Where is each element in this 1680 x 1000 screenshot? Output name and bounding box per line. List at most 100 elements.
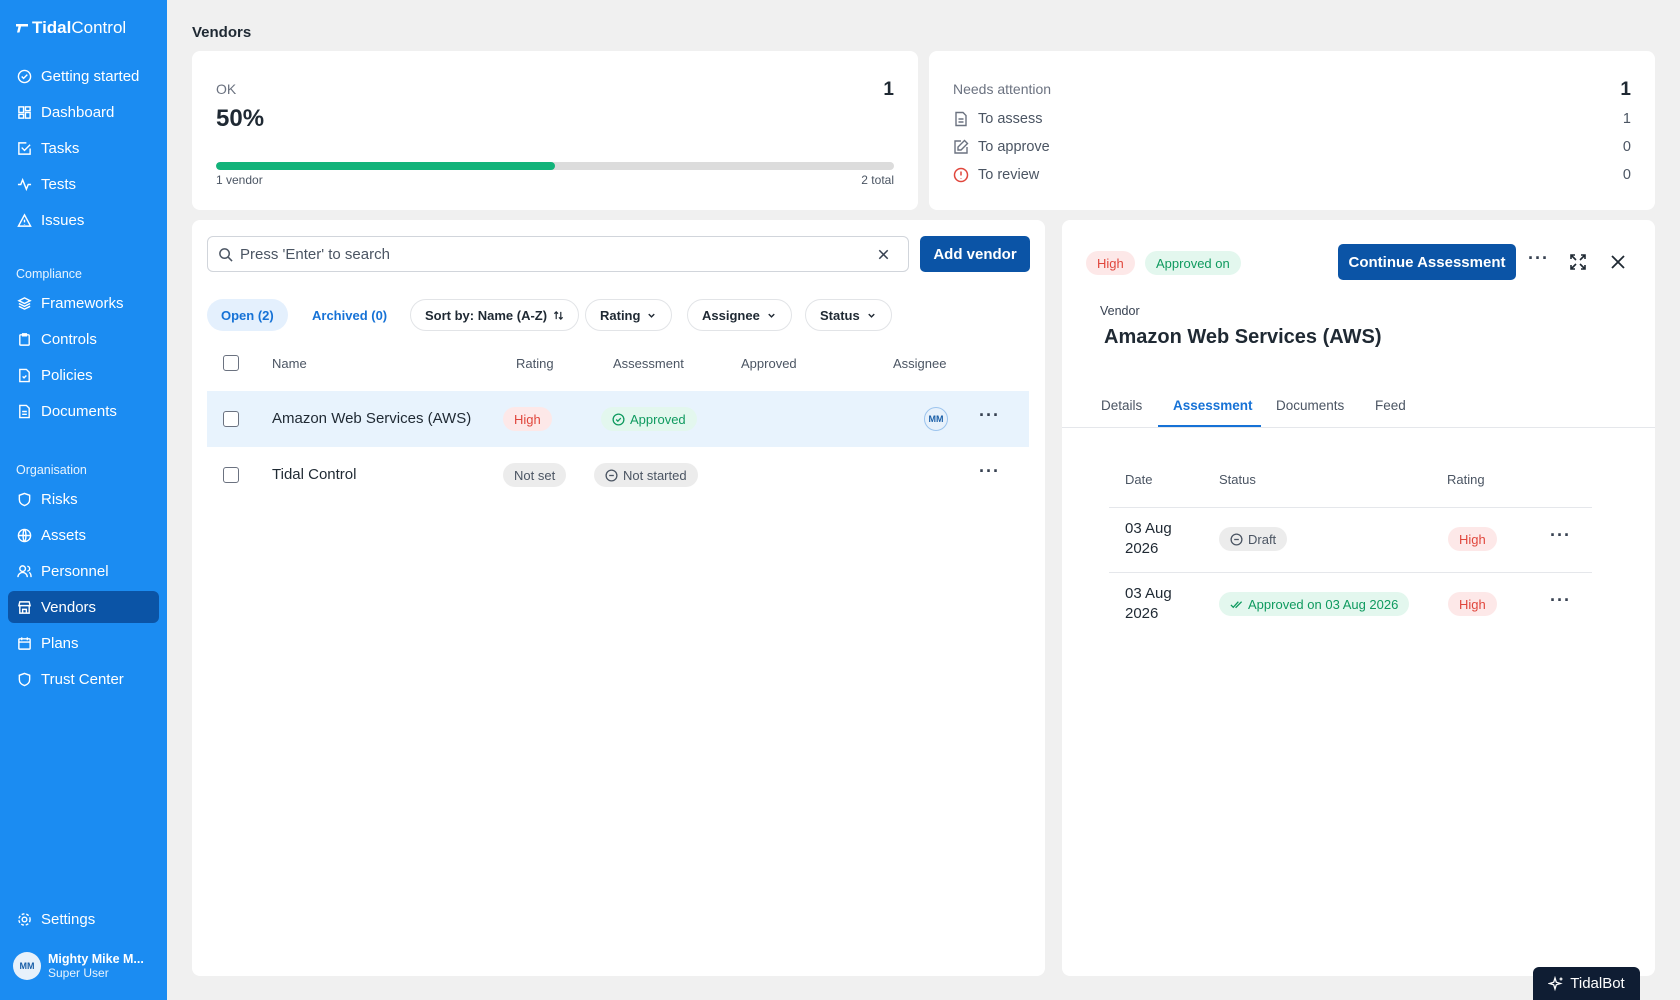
column-header-approved[interactable]: Approved: [741, 356, 797, 371]
tab-documents[interactable]: Documents: [1276, 398, 1344, 413]
assessment-status-label: Approved on 03 Aug 2026: [1248, 596, 1399, 612]
vendor-label: Vendor: [1100, 304, 1140, 318]
sidebar-item-plans[interactable]: Plans: [8, 627, 159, 659]
ok-progress-bar: [216, 162, 894, 170]
sidebar-item-policies[interactable]: Policies: [8, 359, 159, 391]
column-header-assessment[interactable]: Assessment: [613, 356, 684, 371]
assessment-badge: Approved: [601, 407, 697, 431]
sidebar-item-tests[interactable]: Tests: [8, 168, 159, 200]
ok-label: OK: [216, 81, 237, 97]
row-checkbox[interactable]: [223, 467, 239, 483]
calendar-icon: [18, 636, 31, 650]
minus-circle-icon: [605, 468, 618, 482]
ok-count: 1: [883, 79, 894, 100]
column-header-assignee[interactable]: Assignee: [893, 356, 946, 371]
ok-right-caption: 2 total: [861, 173, 894, 187]
add-vendor-button[interactable]: Add vendor: [920, 236, 1030, 272]
row-menu-button[interactable]: ···: [979, 461, 1000, 482]
user-profile[interactable]: MM Mighty Mike M... Super User: [13, 952, 144, 980]
more-options-button[interactable]: ···: [1528, 248, 1549, 269]
continue-assessment-button[interactable]: Continue Assessment: [1338, 244, 1516, 280]
sidebar-item-label: Settings: [41, 910, 96, 928]
tab-details[interactable]: Details: [1101, 398, 1142, 413]
sidebar-item-documents[interactable]: Documents: [8, 395, 159, 427]
tab-open[interactable]: Open (2): [207, 299, 288, 331]
sidebar-item-label: Assets: [41, 526, 87, 544]
attention-row-to-review[interactable]: To review 0: [953, 167, 1631, 183]
store-icon: [17, 600, 32, 614]
column-header-rating[interactable]: Rating: [516, 356, 554, 371]
sort-arrows-icon: [554, 310, 564, 320]
vendor-detail-panel: High Approved on Continue Assessment ···…: [1062, 220, 1655, 976]
sidebar-item-label: Trust Center: [41, 670, 124, 688]
app-logo[interactable]: Tidal Control: [16, 18, 126, 38]
assessment-row[interactable]: 03 Aug 2026 Approved on 03 Aug 2026 High…: [1109, 573, 1592, 637]
tab-feed[interactable]: Feed: [1375, 398, 1406, 413]
clipboard-icon: [19, 332, 30, 346]
vendor-list-panel: Press 'Enter' to search Add vendor Open …: [192, 220, 1045, 976]
attention-row-to-assess[interactable]: To assess 1: [953, 111, 1631, 127]
file-icon: [955, 111, 967, 127]
tabs-divider: [1062, 427, 1655, 428]
ok-left-caption: 1 vendor: [216, 173, 263, 187]
sidebar-item-label: Vendors: [41, 598, 97, 616]
attention-label: Needs attention: [953, 81, 1052, 97]
assessment-rating-badge: High: [1448, 592, 1497, 616]
sort-label: Sort by: Name (A-Z): [425, 307, 548, 323]
search-input[interactable]: Press 'Enter' to search: [240, 246, 390, 263]
row-checkbox[interactable]: [223, 411, 239, 427]
attention-count: 1: [1620, 79, 1631, 100]
filter-rating[interactable]: Rating: [585, 299, 673, 331]
sidebar-item-label: Tasks: [41, 139, 80, 157]
nav-compliance: Compliance Frameworks Controls Policies …: [8, 267, 159, 431]
detail-status-badge: Approved on: [1145, 251, 1241, 275]
tidalbot-button[interactable]: TidalBot: [1533, 967, 1640, 1000]
close-icon: [1611, 255, 1625, 269]
file-check-icon: [19, 368, 30, 382]
sidebar-item-assets[interactable]: Assets: [8, 519, 159, 551]
sidebar-item-vendors[interactable]: Vendors: [8, 591, 159, 623]
sidebar-item-tasks[interactable]: Tasks: [8, 132, 159, 164]
sidebar-item-issues[interactable]: Issues: [8, 204, 159, 236]
assessment-column-rating: Rating: [1447, 472, 1485, 487]
double-check-icon: [1230, 600, 1243, 608]
expand-button[interactable]: [1567, 251, 1589, 273]
table-row[interactable]: Tidal Control Not set Not started ···: [207, 447, 1029, 503]
assignee-avatar[interactable]: MM: [924, 407, 948, 431]
clear-icon[interactable]: [876, 247, 891, 262]
attention-row-value: 0: [1622, 167, 1631, 183]
checkbox-icon: [18, 141, 31, 155]
sidebar-item-risks[interactable]: Risks: [8, 483, 159, 515]
vendor-name[interactable]: Amazon Web Services (AWS): [272, 410, 471, 427]
nav-top: Getting started Dashboard Tasks Tests Is…: [8, 60, 159, 240]
nav-bottom: Settings: [8, 903, 159, 939]
tab-assessment[interactable]: Assessment: [1173, 398, 1253, 413]
row-menu-button[interactable]: ···: [979, 405, 1000, 426]
sidebar-item-personnel[interactable]: Personnel: [8, 555, 159, 587]
close-button[interactable]: [1607, 251, 1629, 273]
sort-button[interactable]: Sort by: Name (A-Z): [410, 299, 580, 331]
sidebar-item-label: Plans: [41, 634, 79, 652]
search-box[interactable]: Press 'Enter' to search: [207, 236, 909, 272]
sidebar-item-dashboard[interactable]: Dashboard: [8, 96, 159, 128]
users-icon: [17, 564, 32, 577]
table-row[interactable]: Amazon Web Services (AWS) High Approved …: [207, 391, 1029, 447]
filter-assignee[interactable]: Assignee: [687, 299, 792, 331]
sidebar-item-frameworks[interactable]: Frameworks: [8, 287, 159, 319]
assessment-row-menu-button[interactable]: ···: [1550, 590, 1571, 611]
attention-row-to-approve[interactable]: To approve 0: [953, 139, 1631, 155]
file-icon: [19, 404, 30, 418]
vendor-name[interactable]: Tidal Control: [272, 466, 356, 483]
assessment-label: Approved: [630, 411, 686, 427]
filter-status[interactable]: Status: [805, 299, 892, 331]
sidebar-item-label: Controls: [41, 330, 97, 348]
sidebar-item-getting-started[interactable]: Getting started: [8, 60, 159, 92]
tab-archived[interactable]: Archived (0): [298, 299, 401, 331]
sidebar-item-controls[interactable]: Controls: [8, 323, 159, 355]
sidebar-item-trust-center[interactable]: Trust Center: [8, 663, 159, 695]
assessment-row-menu-button[interactable]: ···: [1550, 525, 1571, 546]
column-header-name[interactable]: Name: [272, 356, 307, 371]
sidebar-item-settings[interactable]: Settings: [8, 903, 159, 935]
assessment-row[interactable]: 03 Aug 2026 Draft High ···: [1109, 508, 1592, 572]
select-all-checkbox[interactable]: [223, 355, 239, 371]
